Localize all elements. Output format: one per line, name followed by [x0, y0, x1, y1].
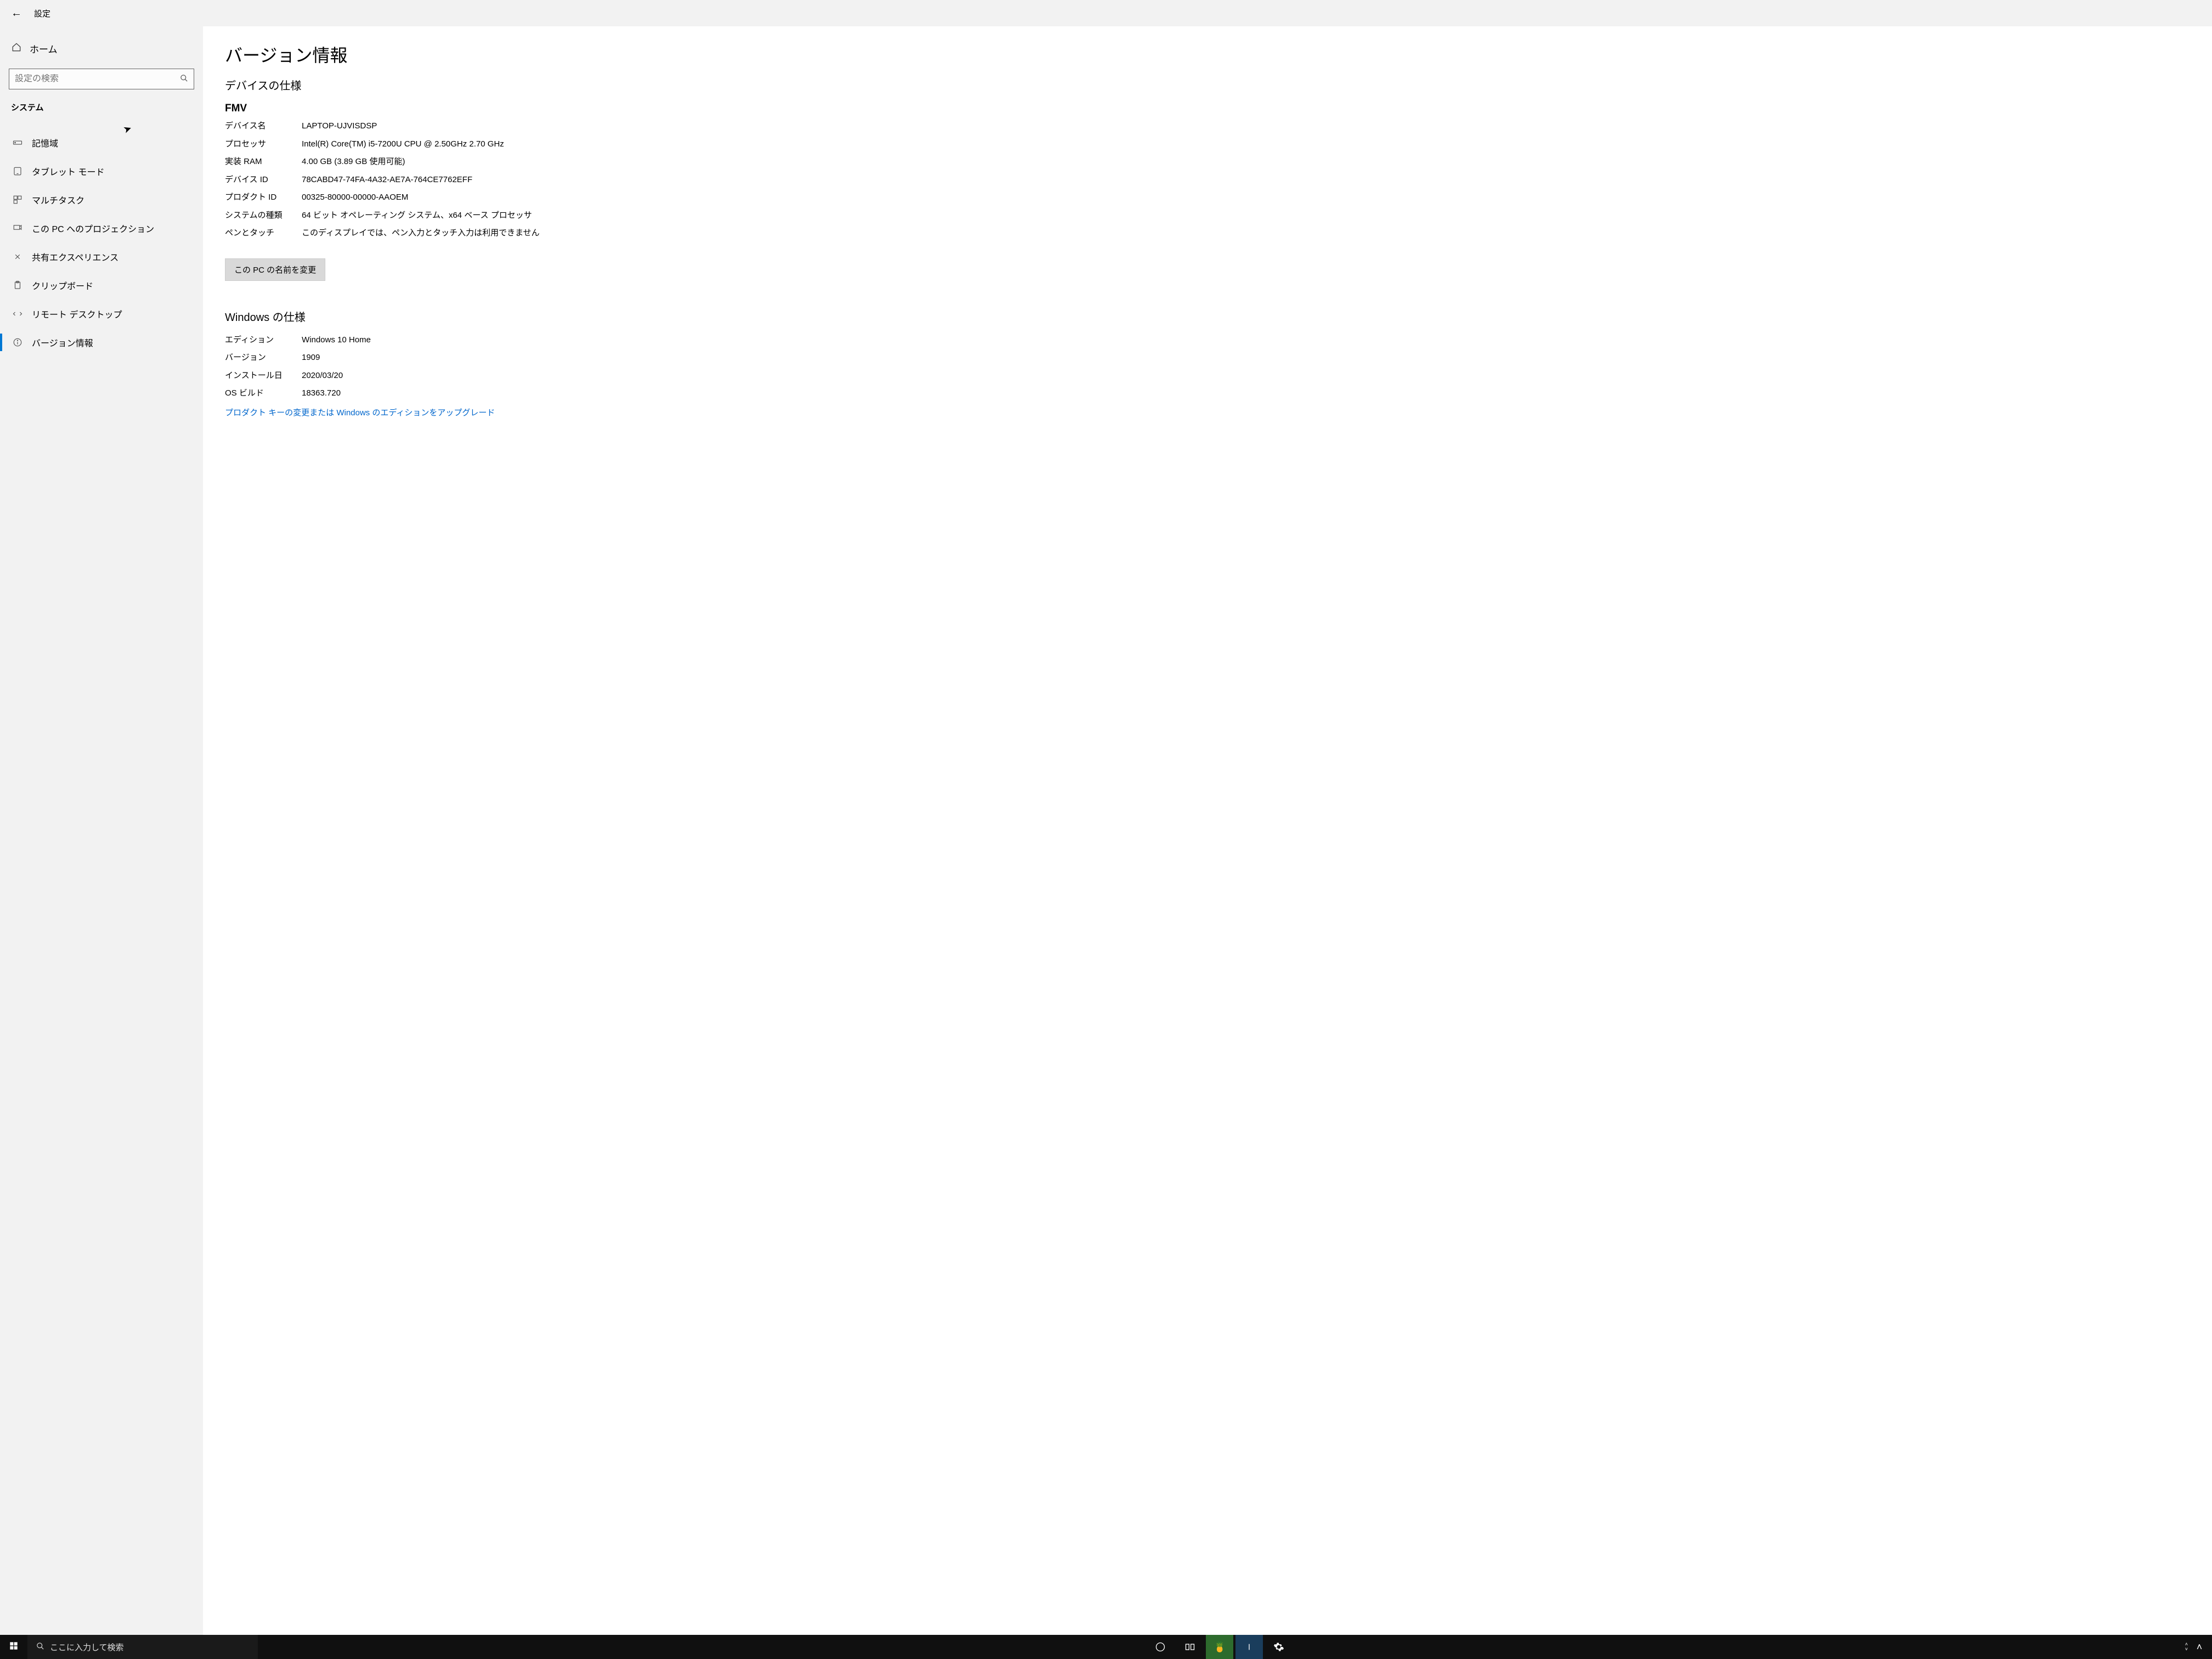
spec-label: デバイス名: [225, 120, 302, 133]
taskbar-tray: ˄˅ ˄: [2182, 1635, 2212, 1659]
clipboard-icon: [12, 280, 23, 291]
task-view-button[interactable]: [1176, 1635, 1204, 1659]
spec-value: 4.00 GB (3.89 GB 使用可能): [302, 156, 2190, 168]
titlebar: ← 設定: [0, 0, 2212, 26]
sidebar-item-storage[interactable]: 記憶域: [9, 128, 194, 157]
home-button[interactable]: ホーム: [9, 36, 194, 61]
product-key-link[interactable]: プロダクト キーの変更または Windows のエディションをアップグレード: [225, 407, 2190, 418]
tray-expand-button[interactable]: ˄˅: [2182, 1642, 2191, 1652]
back-button[interactable]: ←: [5, 7, 27, 20]
sidebar-item-clipboard[interactable]: クリップボード: [9, 271, 194, 300]
sidebar-item-label: クリップボード: [32, 279, 93, 292]
sidebar-item-label: 記憶域: [32, 136, 58, 149]
spec-value: 1909: [302, 352, 2190, 364]
sidebar-item-shared[interactable]: 共有エクスペリエンス: [9, 242, 194, 271]
taskbar-app-1[interactable]: 🍍: [1206, 1635, 1233, 1659]
tray-overflow-button[interactable]: ˄: [2191, 1635, 2208, 1659]
spec-edition: エディション Windows 10 Home: [225, 334, 2190, 347]
remote-icon: [12, 308, 23, 319]
search-icon: [36, 1642, 44, 1652]
spec-label: エディション: [225, 334, 302, 347]
spec-product-id: プロダクト ID 00325-80000-00000-AAOEM: [225, 191, 2190, 204]
spec-pen-touch: ペンとタッチ このディスプレイでは、ペン入力とタッチ入力は利用できません: [225, 227, 2190, 240]
taskbar-search[interactable]: ここに入力して検索: [27, 1635, 258, 1659]
sidebar-item-label: 共有エクスペリエンス: [32, 250, 119, 263]
spec-install-date: インストール日 2020/03/20: [225, 370, 2190, 382]
spec-value: LAPTOP-UJVISDSP: [302, 120, 2190, 133]
spec-label: システムの種類: [225, 210, 302, 222]
spec-os-build: OS ビルド 18363.720: [225, 387, 2190, 400]
sidebar-item-about[interactable]: バージョン情報: [9, 328, 194, 357]
spec-value: 64 ビット オペレーティング システム、x64 ベース プロセッサ: [302, 210, 2190, 222]
spec-label: バージョン: [225, 352, 302, 364]
spec-label: ペンとタッチ: [225, 227, 302, 240]
spec-version: バージョン 1909: [225, 352, 2190, 364]
sidebar-item-tablet[interactable]: タブレット モード: [9, 157, 194, 185]
search-box[interactable]: [9, 69, 194, 89]
spec-value: 2020/03/20: [302, 370, 2190, 382]
spec-device-name: デバイス名 LAPTOP-UJVISDSP: [225, 120, 2190, 133]
home-icon: [11, 42, 22, 55]
taskbar-settings-button[interactable]: [1265, 1635, 1293, 1659]
shared-icon: [12, 251, 23, 262]
spec-label: インストール日: [225, 370, 302, 382]
taskbar-search-placeholder: ここに入力して検索: [50, 1641, 124, 1653]
device-spec-heading: デバイスの仕様: [225, 77, 2190, 93]
content-area: ホーム システム 記憶域 タブレット モード マルチタスク この PC へのプロ…: [0, 26, 2212, 1635]
taskbar-center: 🍍: [258, 1635, 2182, 1659]
sidebar: ホーム システム 記憶域 タブレット モード マルチタスク この PC へのプロ…: [0, 26, 203, 1635]
tablet-icon: [12, 166, 23, 177]
spec-label: OS ビルド: [225, 387, 302, 400]
project-icon: [12, 223, 23, 234]
sidebar-item-label: リモート デスクトップ: [32, 307, 122, 320]
spec-value: 78CABD47-74FA-4A32-AE7A-764CE7762EFF: [302, 174, 2190, 187]
taskbar-app-2[interactable]: [1235, 1635, 1263, 1659]
windows-spec-heading: Windows の仕様: [225, 308, 2190, 324]
section-label: システム: [11, 101, 192, 113]
spec-label: プロセッサ: [225, 138, 302, 151]
search-input[interactable]: [15, 74, 180, 84]
main-panel: バージョン情報 デバイスの仕様 FMV デバイス名 LAPTOP-UJVISDS…: [203, 26, 2212, 1635]
sidebar-item-label: マルチタスク: [32, 193, 84, 206]
spec-ram: 実装 RAM 4.00 GB (3.89 GB 使用可能): [225, 156, 2190, 168]
start-button[interactable]: [0, 1641, 27, 1653]
spec-value: 00325-80000-00000-AAOEM: [302, 191, 2190, 204]
spec-label: デバイス ID: [225, 174, 302, 187]
sidebar-item-project[interactable]: この PC へのプロジェクション: [9, 214, 194, 242]
spec-value: このディスプレイでは、ペン入力とタッチ入力は利用できません: [302, 227, 2190, 240]
spec-value: 18363.720: [302, 387, 2190, 400]
cortana-button[interactable]: [1147, 1635, 1174, 1659]
spec-label: プロダクト ID: [225, 191, 302, 204]
spec-device-id: デバイス ID 78CABD47-74FA-4A32-AE7A-764CE776…: [225, 174, 2190, 187]
window-title: 設定: [34, 8, 50, 19]
home-label: ホーム: [30, 42, 58, 55]
spec-value: Windows 10 Home: [302, 334, 2190, 347]
spec-system-type: システムの種類 64 ビット オペレーティング システム、x64 ベース プロセ…: [225, 210, 2190, 222]
multitask-icon: [12, 194, 23, 205]
sidebar-item-label: タブレット モード: [32, 165, 104, 178]
spec-value: Intel(R) Core(TM) i5-7200U CPU @ 2.50GHz…: [302, 138, 2190, 151]
info-icon: [12, 337, 23, 348]
search-icon: [180, 74, 188, 84]
sidebar-item-label: この PC へのプロジェクション: [32, 222, 154, 235]
page-title: バージョン情報: [225, 42, 2190, 67]
storage-icon: [12, 137, 23, 148]
sidebar-item-label: バージョン情報: [32, 336, 93, 349]
manufacturer: FMV: [225, 103, 2190, 115]
spec-processor: プロセッサ Intel(R) Core(TM) i5-7200U CPU @ 2…: [225, 138, 2190, 151]
rename-pc-button[interactable]: この PC の名前を変更: [225, 258, 325, 281]
spec-label: 実装 RAM: [225, 156, 302, 168]
taskbar: ここに入力して検索 🍍 ˄˅ ˄: [0, 1635, 2212, 1659]
sidebar-item-multitask[interactable]: マルチタスク: [9, 185, 194, 214]
sidebar-item-remote[interactable]: リモート デスクトップ: [9, 300, 194, 328]
